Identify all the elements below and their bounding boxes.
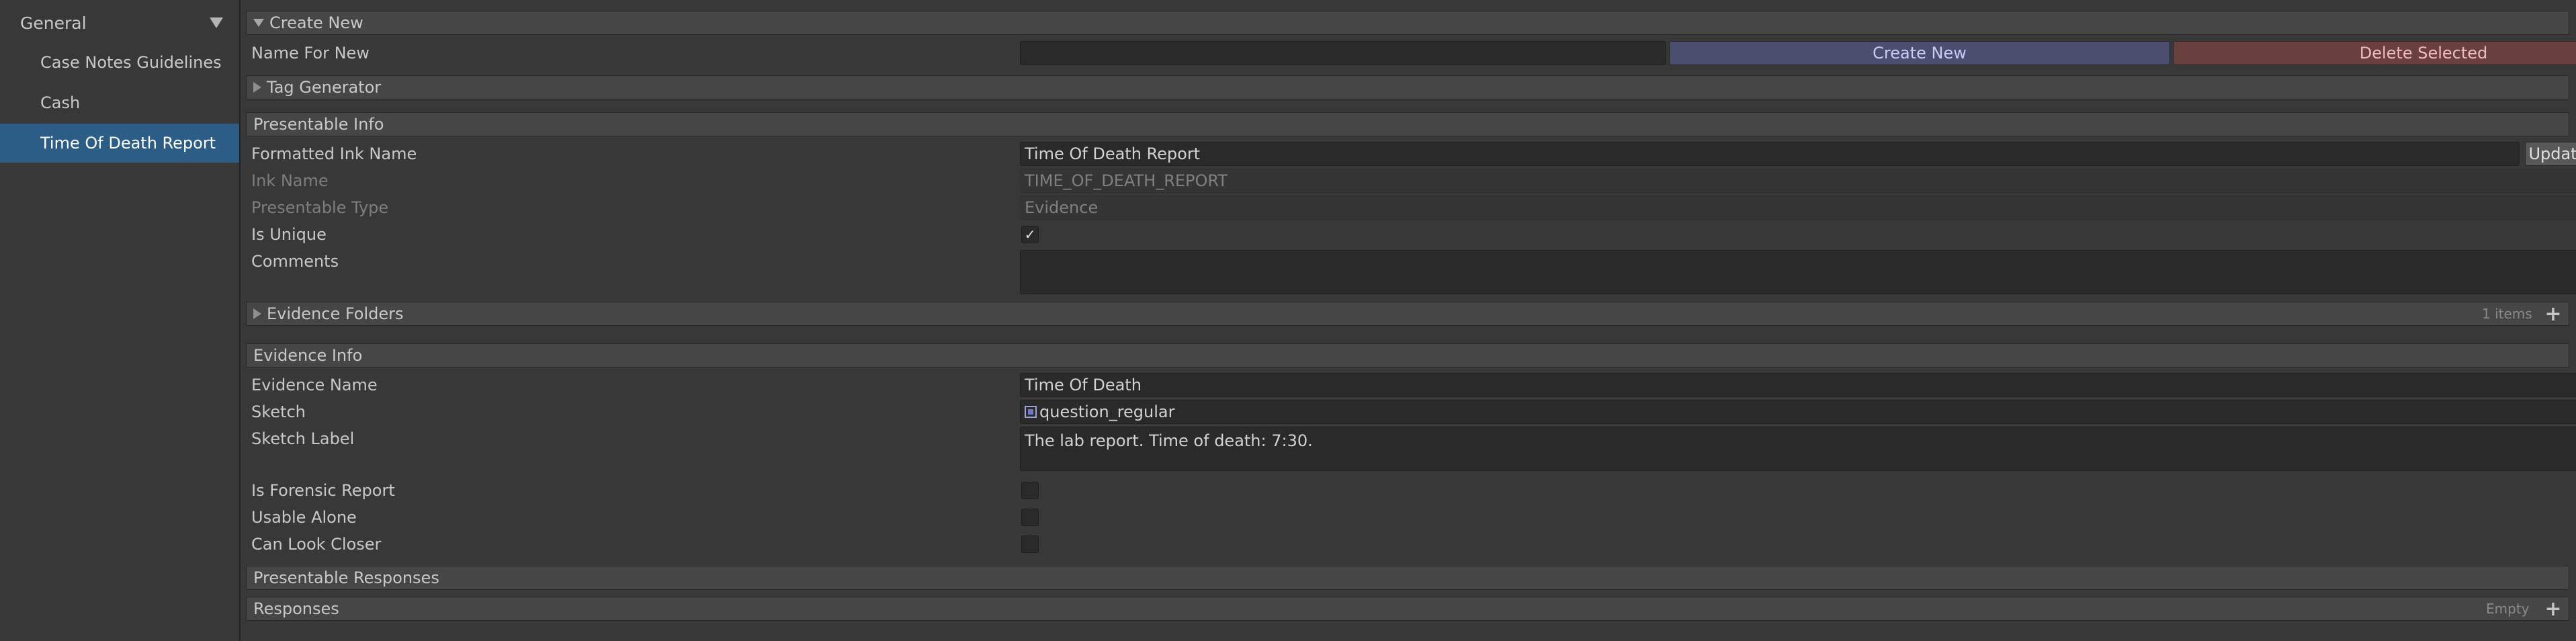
sidebar-item-time-of-death-report[interactable]: Time Of Death Report — [0, 124, 239, 163]
evidence-folders-label: Evidence Folders — [267, 304, 404, 323]
is-forensic-report-label: Is Forensic Report — [251, 481, 395, 500]
sidebar-group-label: General — [20, 13, 87, 33]
evidence-info-header: Evidence Info — [253, 346, 363, 365]
formatted-ink-name-field[interactable]: Time Of Death Report — [1020, 142, 2520, 166]
add-evidence-folder-icon[interactable]: + — [2541, 302, 2565, 326]
evidence-name-field[interactable]: Time Of Death — [1020, 373, 2576, 397]
name-for-new-field[interactable] — [1020, 41, 1666, 65]
inspector-panel: Create New Name For New Create New Delet… — [242, 0, 2576, 641]
comments-textarea[interactable] — [1020, 250, 2576, 294]
ink-name-label: Ink Name — [251, 171, 329, 190]
create-new-button[interactable]: Create New — [1669, 41, 2170, 65]
can-look-closer-label: Can Look Closer — [251, 535, 382, 554]
sketch-value: question_regular — [1039, 402, 1175, 421]
presentable-type-label: Presentable Type — [251, 198, 389, 217]
is-unique-label: Is Unique — [251, 225, 327, 244]
responses-label: Responses — [253, 599, 339, 618]
add-response-icon[interactable]: + — [2541, 597, 2565, 621]
responses-empty-label: Empty — [2486, 601, 2530, 617]
sketch-object-field[interactable]: question_regular — [1020, 400, 2576, 424]
create-new-header: Create New — [269, 13, 363, 32]
sidebar-item-label: Cash — [40, 93, 81, 112]
checkmark-icon: ✓ — [1024, 226, 1036, 243]
sidebar: General Case Notes Guidelines Cash Time … — [0, 0, 241, 641]
ink-name-field: TIME_OF_DEATH_REPORT — [1020, 169, 2576, 193]
usable-alone-checkbox[interactable] — [1021, 509, 1039, 526]
evidence-folders-count: 1 items — [2482, 306, 2532, 322]
sidebar-item-label: Time Of Death Report — [40, 134, 216, 153]
is-unique-checkbox[interactable]: ✓ — [1021, 226, 1039, 243]
delete-selected-button[interactable]: Delete Selected — [2173, 41, 2576, 65]
tag-generator-header: Tag Generator — [267, 78, 382, 97]
foldout-expanded-icon[interactable] — [253, 19, 264, 27]
evidence-name-label: Evidence Name — [251, 376, 378, 394]
sidebar-item-case-notes-guidelines[interactable]: Case Notes Guidelines — [0, 43, 239, 82]
evidence-folders-foldout[interactable]: Evidence Folders — [246, 302, 2569, 326]
sidebar-item-cash[interactable]: Cash — [0, 83, 239, 122]
sketch-label-label: Sketch Label — [251, 429, 355, 448]
presentable-type-value: Evidence — [1025, 198, 1099, 217]
responses-list-header[interactable]: Responses — [246, 597, 2569, 621]
is-forensic-report-checkbox[interactable] — [1021, 482, 1039, 499]
usable-alone-label: Usable Alone — [251, 508, 357, 527]
sketch-label-textarea[interactable]: The lab report. Time of death: 7:30. — [1020, 427, 2576, 471]
sidebar-group-general[interactable]: General — [0, 3, 239, 43]
sidebar-item-label: Case Notes Guidelines — [40, 53, 222, 72]
chevron-down-icon[interactable] — [210, 17, 223, 28]
create-new-foldout[interactable]: Create New — [246, 11, 2569, 35]
presentable-info-header-bar: Presentable Info — [246, 112, 2569, 136]
presentable-responses-header: Presentable Responses — [253, 568, 439, 587]
sketch-label: Sketch — [251, 402, 306, 421]
comments-label: Comments — [251, 252, 339, 271]
tag-generator-foldout[interactable]: Tag Generator — [246, 75, 2569, 99]
sprite-icon — [1025, 406, 1037, 418]
can-look-closer-checkbox[interactable] — [1021, 536, 1039, 553]
foldout-collapsed-icon[interactable] — [253, 82, 261, 93]
presentable-responses-header-bar: Presentable Responses — [246, 566, 2569, 590]
foldout-collapsed-icon[interactable] — [253, 308, 261, 319]
evidence-info-header-bar: Evidence Info — [246, 343, 2569, 368]
formatted-ink-name-label: Formatted Ink Name — [251, 144, 417, 163]
name-for-new-label: Name For New — [251, 44, 370, 62]
update-so-name-button[interactable]: Update SO Name — [2525, 142, 2576, 166]
presentable-type-dropdown: Evidence — [1020, 196, 2576, 220]
presentable-info-header: Presentable Info — [253, 115, 384, 134]
